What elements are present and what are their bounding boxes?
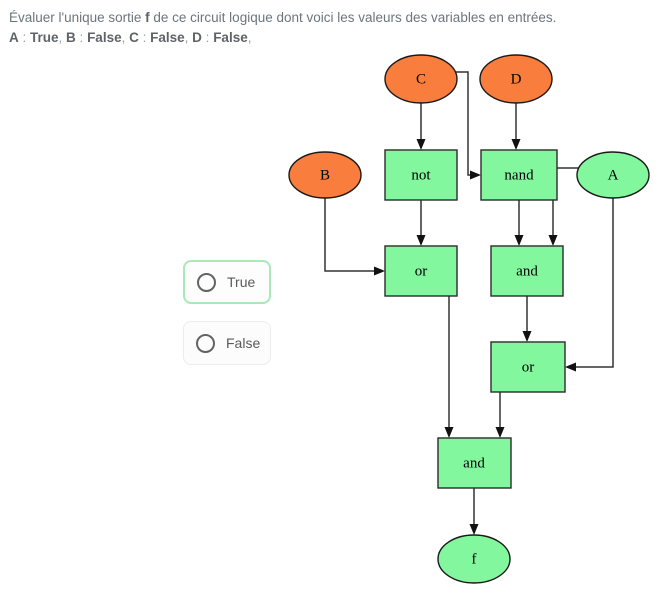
gate-label-nand: nand bbox=[504, 167, 534, 183]
edge-a-to-or2 bbox=[565, 198, 614, 372]
gate-and-final: and bbox=[437, 437, 512, 489]
node-label-a: A bbox=[608, 167, 619, 183]
node-input-d: D bbox=[479, 54, 553, 104]
edge-c-to-not bbox=[416, 103, 426, 150]
logic-circuit-diagram: C D B A not nand or and or and f bbox=[288, 54, 650, 584]
gate-label-or-lower: or bbox=[522, 359, 535, 375]
edge-and1-to-or2 bbox=[522, 296, 532, 342]
node-input-b: B bbox=[288, 151, 362, 199]
gate-and-right: and bbox=[490, 245, 564, 297]
node-label-c: C bbox=[416, 71, 426, 87]
gate-or-lower: or bbox=[490, 341, 566, 393]
edge-and2-to-f bbox=[469, 488, 479, 535]
gate-label-or-left: or bbox=[415, 263, 428, 279]
gate-label-and-final: and bbox=[463, 455, 485, 471]
gate-or-left: or bbox=[384, 245, 458, 297]
node-input-c: C bbox=[384, 54, 458, 104]
edge-or1-to-and2 bbox=[444, 296, 454, 438]
gate-label-not: not bbox=[411, 167, 431, 183]
node-input-a: A bbox=[576, 151, 650, 199]
node-label-d: D bbox=[511, 71, 522, 87]
edge-nand-to-and1 bbox=[514, 200, 524, 246]
node-label-b: B bbox=[320, 167, 330, 183]
edge-b-to-or1 bbox=[324, 198, 385, 276]
gate-not: not bbox=[384, 149, 458, 201]
gate-nand: nand bbox=[480, 149, 558, 201]
edge-or2-to-and2 bbox=[495, 392, 505, 438]
edge-not-to-or1 bbox=[416, 200, 426, 246]
edge-d-to-nand bbox=[511, 103, 521, 150]
gate-label-and-right: and bbox=[516, 263, 538, 279]
node-output-f: f bbox=[437, 534, 511, 584]
node-label-f: f bbox=[472, 551, 477, 567]
